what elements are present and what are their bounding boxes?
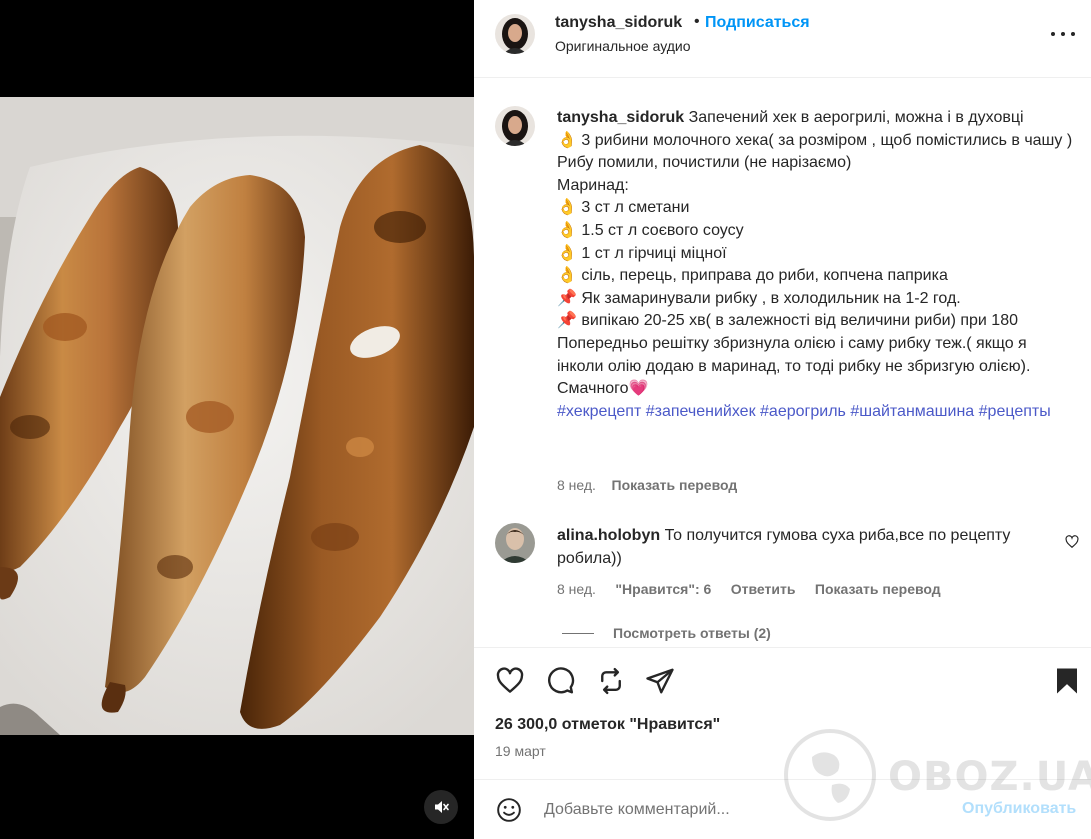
comment-time[interactable]: 8 нед.	[557, 581, 596, 597]
comment-translate-button[interactable]: Показать перевод	[815, 581, 941, 597]
hashtag-link[interactable]: #аерогриль	[760, 403, 846, 420]
caption-line: 👌 1 ст л гірчиці міцної	[557, 244, 727, 262]
caption-first-line: Запечений хек в аерогрилі, можна і в дух…	[688, 109, 1024, 126]
follow-button[interactable]: Подписаться	[705, 14, 810, 32]
mute-icon	[435, 801, 449, 813]
commenter-avatar-image	[495, 523, 535, 563]
caption-time[interactable]: 8 нед.	[557, 477, 596, 493]
caption-line: Попередньо решітку збризнула олією і сам…	[557, 334, 1031, 375]
caption-hashtags: #хекрецепт #запеченийхек #аерогриль #шай…	[557, 401, 1077, 424]
hashtag-link[interactable]: #запеченийхек	[646, 403, 756, 420]
caption-avatar-image	[495, 106, 535, 146]
view-replies[interactable]: Посмотреть ответы (2)	[613, 625, 771, 641]
comment-input[interactable]	[544, 798, 944, 822]
comment-meta: 8 нед. "Нравится": 6 Ответить Показать п…	[557, 581, 941, 597]
comments-section[interactable]: tanysha_sidoruk Запечений хек в аерогрил…	[474, 79, 1091, 647]
publish-button[interactable]: Опубликовать	[962, 800, 1076, 818]
author-username[interactable]: tanysha_sidoruk	[555, 14, 682, 32]
comment-body: alina.holobyn То получится гумова суха р…	[557, 525, 1057, 570]
post-caption: tanysha_sidoruk Запечений хек в аерогрил…	[557, 107, 1077, 423]
share-icon	[646, 668, 674, 694]
post-media[interactable]	[0, 0, 474, 839]
likes-count[interactable]: 26 300,0 отметок "Нравится"	[495, 716, 720, 734]
caption-translate-button[interactable]: Показать перевод	[612, 477, 738, 493]
more-button[interactable]	[1051, 24, 1075, 44]
caption-username[interactable]: tanysha_sidoruk	[557, 109, 684, 126]
repost-button[interactable]	[596, 666, 626, 701]
emoji-icon	[497, 798, 521, 822]
caption-line: 👌 сіль, перець, приправа до риби, копчен…	[557, 267, 948, 285]
caption-line: Маринад:	[557, 176, 629, 194]
share-button[interactable]	[645, 666, 675, 701]
add-comment-bar: Опубликовать	[474, 779, 1091, 839]
post-header: tanysha_sidoruk • Подписаться Оригинальн…	[474, 0, 1091, 78]
header-separator: •	[694, 13, 700, 30]
commenter-username[interactable]: alina.holobyn	[557, 527, 660, 544]
view-replies-button[interactable]: Посмотреть ответы (2)	[613, 625, 771, 641]
more-icon	[1051, 32, 1055, 36]
hashtag-link[interactable]: #шайтанмашина	[850, 403, 974, 420]
hashtag-link[interactable]: #рецепты	[979, 403, 1051, 420]
like-button[interactable]	[495, 666, 525, 701]
baked-hake-photo	[0, 97, 474, 735]
heart-icon	[1065, 535, 1079, 549]
post-photo[interactable]	[0, 97, 474, 735]
caption-line: 📌 Як замаринували рибку , в холодильник …	[557, 289, 961, 307]
post-actions: 26 300,0 отметок "Нравится" 19 март Опуб…	[474, 647, 1091, 839]
audio-label[interactable]: Оригинальное аудио	[555, 38, 691, 54]
commenter-avatar[interactable]	[495, 523, 535, 563]
caption-line: 👌 1.5 ст л соєвого соусу	[557, 221, 744, 239]
caption-line: 👌 3 рибини молочного хека( за розміром ,…	[557, 131, 1073, 149]
caption-meta: 8 нед. Показать перевод	[557, 477, 737, 493]
post-sidebar: tanysha_sidoruk • Подписаться Оригинальн…	[474, 0, 1091, 839]
comment-icon	[548, 667, 575, 694]
bookmark-icon	[1057, 668, 1077, 694]
replies-divider	[562, 633, 594, 634]
caption-line: Рибу помили, почистили (не нарізаємо)	[557, 154, 852, 172]
caption-author-avatar[interactable]	[495, 106, 535, 146]
comment-reply-button[interactable]: Ответить	[731, 581, 796, 597]
hashtag-link[interactable]: #хекрецепт	[557, 403, 641, 420]
comment-like-button[interactable]	[1065, 535, 1079, 554]
post-date[interactable]: 19 март	[495, 743, 546, 759]
save-button[interactable]	[1052, 666, 1082, 701]
author-avatar[interactable]	[495, 14, 535, 54]
caption-line: 👌 3 ст л сметани	[557, 199, 690, 217]
mute-button[interactable]	[424, 790, 458, 824]
heart-icon	[496, 667, 524, 693]
comment-likes[interactable]: "Нравится": 6	[615, 581, 711, 597]
repost-icon	[601, 667, 621, 695]
emoji-button[interactable]	[496, 797, 522, 828]
author-avatar-image	[495, 14, 535, 54]
caption-line: Смачного💗	[557, 380, 649, 398]
comment-button[interactable]	[545, 666, 575, 701]
caption-line: 📌 випікаю 20-25 хв( в залежності від вел…	[557, 312, 1018, 330]
